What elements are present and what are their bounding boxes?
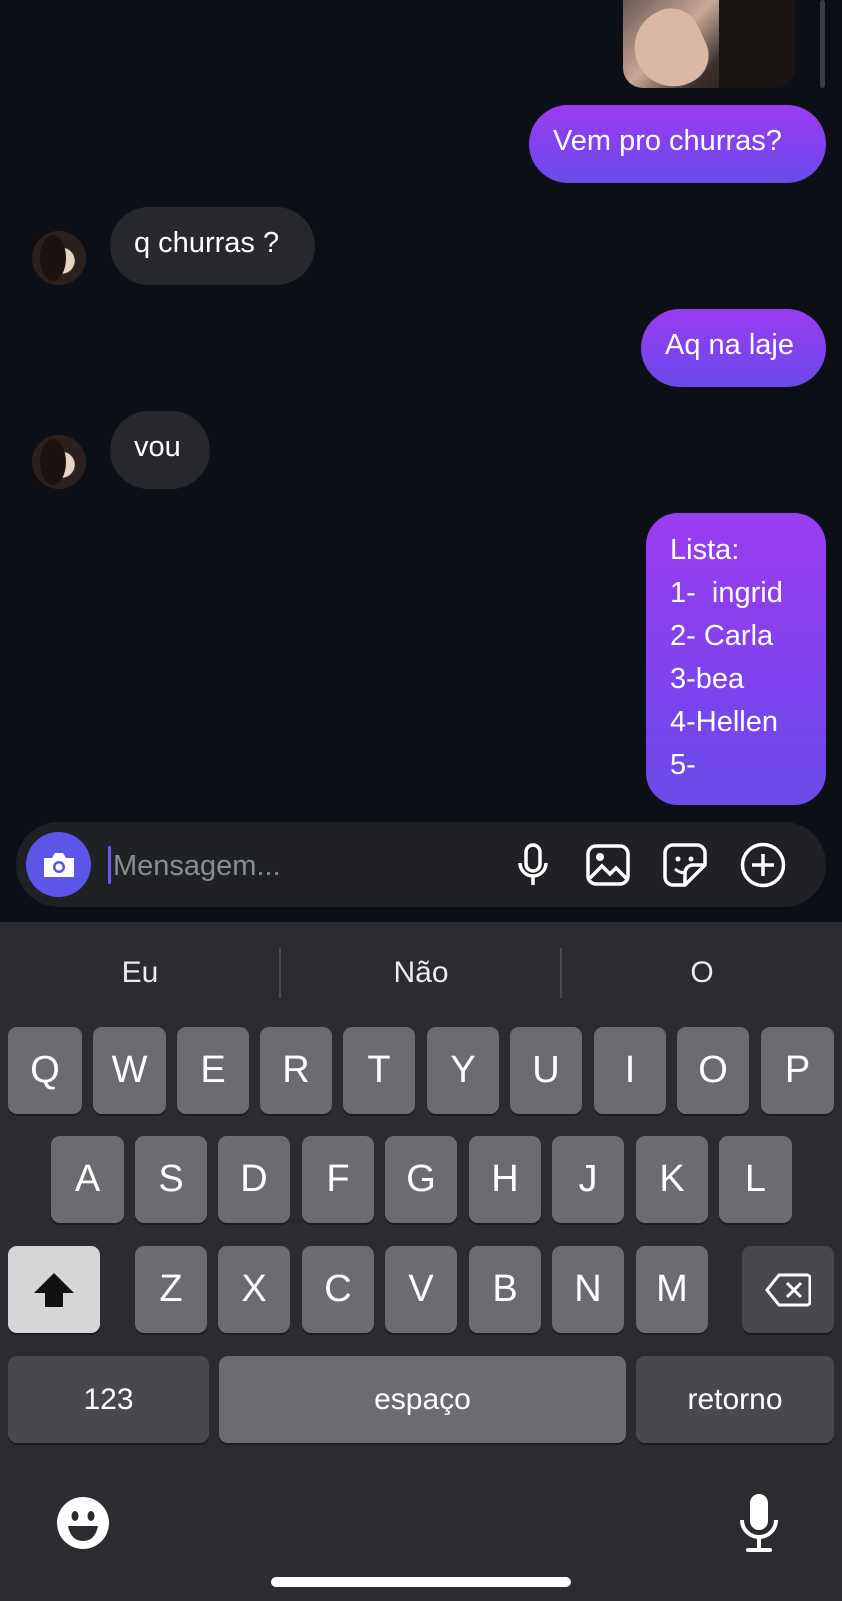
microphone-button[interactable] xyxy=(510,842,556,888)
backspace-icon xyxy=(765,1273,811,1306)
numbers-key[interactable]: 123 xyxy=(8,1356,209,1443)
key-w[interactable]: W xyxy=(93,1027,166,1114)
sticker-icon xyxy=(663,843,707,887)
key-o[interactable]: O xyxy=(677,1027,749,1114)
photo-message[interactable] xyxy=(623,0,795,88)
sticker-button[interactable] xyxy=(662,842,708,888)
emoji-button[interactable] xyxy=(55,1495,111,1551)
key-l[interactable]: L xyxy=(719,1136,792,1223)
key-f[interactable]: F xyxy=(302,1136,374,1223)
key-g[interactable]: G xyxy=(385,1136,457,1223)
key-n[interactable]: N xyxy=(552,1246,624,1333)
key-s[interactable]: S xyxy=(135,1136,207,1223)
photo-hair-shape xyxy=(719,0,795,88)
dictation-button[interactable] xyxy=(738,1492,780,1554)
backspace-key[interactable] xyxy=(742,1246,834,1333)
more-button[interactable] xyxy=(740,842,786,888)
key-z[interactable]: Z xyxy=(135,1246,207,1333)
microphone-icon xyxy=(740,1494,778,1552)
emoji-icon xyxy=(57,1497,109,1549)
photo-hand-shape xyxy=(623,0,719,88)
space-key[interactable]: espaço xyxy=(219,1356,626,1443)
gallery-button[interactable] xyxy=(585,842,631,888)
image-icon xyxy=(586,844,630,886)
shift-key[interactable] xyxy=(8,1246,100,1333)
camera-button[interactable] xyxy=(26,832,91,897)
outgoing-message[interactable]: Aq na laje xyxy=(641,309,826,387)
contact-avatar[interactable] xyxy=(32,231,86,285)
key-v[interactable]: V xyxy=(385,1246,457,1333)
key-j[interactable]: J xyxy=(552,1136,624,1223)
key-a[interactable]: A xyxy=(51,1136,124,1223)
key-m[interactable]: M xyxy=(636,1246,708,1333)
key-d[interactable]: D xyxy=(218,1136,290,1223)
key-y[interactable]: Y xyxy=(427,1027,499,1114)
key-h[interactable]: H xyxy=(469,1136,541,1223)
key-t[interactable]: T xyxy=(343,1027,415,1114)
shift-arrow-icon xyxy=(34,1272,74,1307)
home-indicator[interactable] xyxy=(271,1577,571,1587)
key-b[interactable]: B xyxy=(469,1246,541,1333)
return-key[interactable]: retorno xyxy=(636,1356,834,1443)
microphone-icon xyxy=(518,843,548,885)
plus-icon xyxy=(740,842,786,888)
key-p[interactable]: P xyxy=(761,1027,834,1114)
key-u[interactable]: U xyxy=(510,1027,582,1114)
outgoing-message[interactable]: Vem pro churras? xyxy=(529,105,826,183)
chat-thread: Vem pro churras? q churras ? Aq na laje … xyxy=(0,0,842,922)
suggestion-bar: Eu Não O xyxy=(0,922,842,1022)
message-composer xyxy=(16,822,826,907)
key-i[interactable]: I xyxy=(594,1027,666,1114)
key-e[interactable]: E xyxy=(177,1027,249,1114)
key-k[interactable]: K xyxy=(636,1136,708,1223)
suggestion-item[interactable]: Não xyxy=(281,948,561,998)
suggestion-item[interactable]: O xyxy=(562,948,842,998)
contact-avatar[interactable] xyxy=(32,435,86,489)
outgoing-message-list[interactable]: Lista: 1- ingrid 2- Carla 3-bea 4-Hellen… xyxy=(646,513,826,805)
key-r[interactable]: R xyxy=(260,1027,332,1114)
key-c[interactable]: C xyxy=(302,1246,374,1333)
key-x[interactable]: X xyxy=(218,1246,290,1333)
suggestion-item[interactable]: Eu xyxy=(0,948,280,998)
keyboard: Eu Não O Q W E R T Y U I O P A S D F G H… xyxy=(0,922,842,1601)
incoming-message[interactable]: q churras ? xyxy=(110,207,315,285)
scrollbar[interactable] xyxy=(820,0,825,88)
incoming-message[interactable]: vou xyxy=(110,411,210,489)
key-q[interactable]: Q xyxy=(8,1027,82,1114)
message-input[interactable] xyxy=(111,836,495,896)
camera-icon xyxy=(43,852,74,877)
